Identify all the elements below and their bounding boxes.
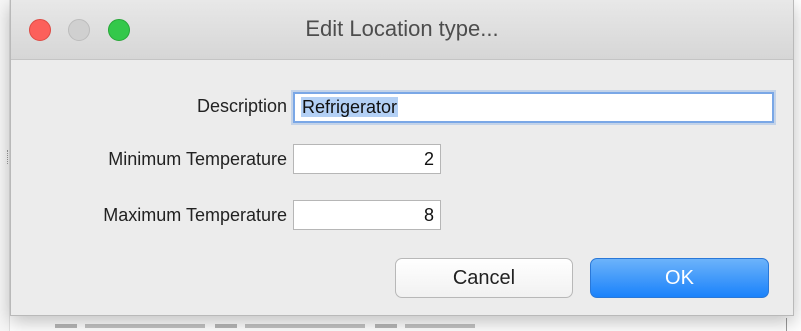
background-scroll-mark — [786, 318, 789, 331]
cancel-button[interactable]: Cancel — [395, 258, 573, 298]
window-title: Edit Location type... — [305, 16, 499, 41]
background-edge — [0, 0, 10, 331]
min-temperature-label: Minimum Temperature — [108, 149, 287, 169]
description-label: Description — [196, 96, 287, 116]
background-obscured-text — [55, 318, 475, 331]
description-field[interactable]: Refrigerator — [293, 92, 774, 123]
max-temperature-field[interactable]: 8 — [293, 200, 441, 230]
background-divider — [7, 150, 9, 164]
min-temperature-field[interactable]: 2 — [293, 144, 441, 174]
ok-button[interactable]: OK — [590, 258, 769, 298]
max-temperature-label: Maximum Temperature — [103, 205, 287, 225]
description-value: Refrigerator — [301, 97, 399, 117]
title-bar[interactable]: Edit Location type... — [11, 0, 793, 60]
edit-location-type-dialog: Edit Location type... Description Refrig… — [10, 0, 794, 316]
